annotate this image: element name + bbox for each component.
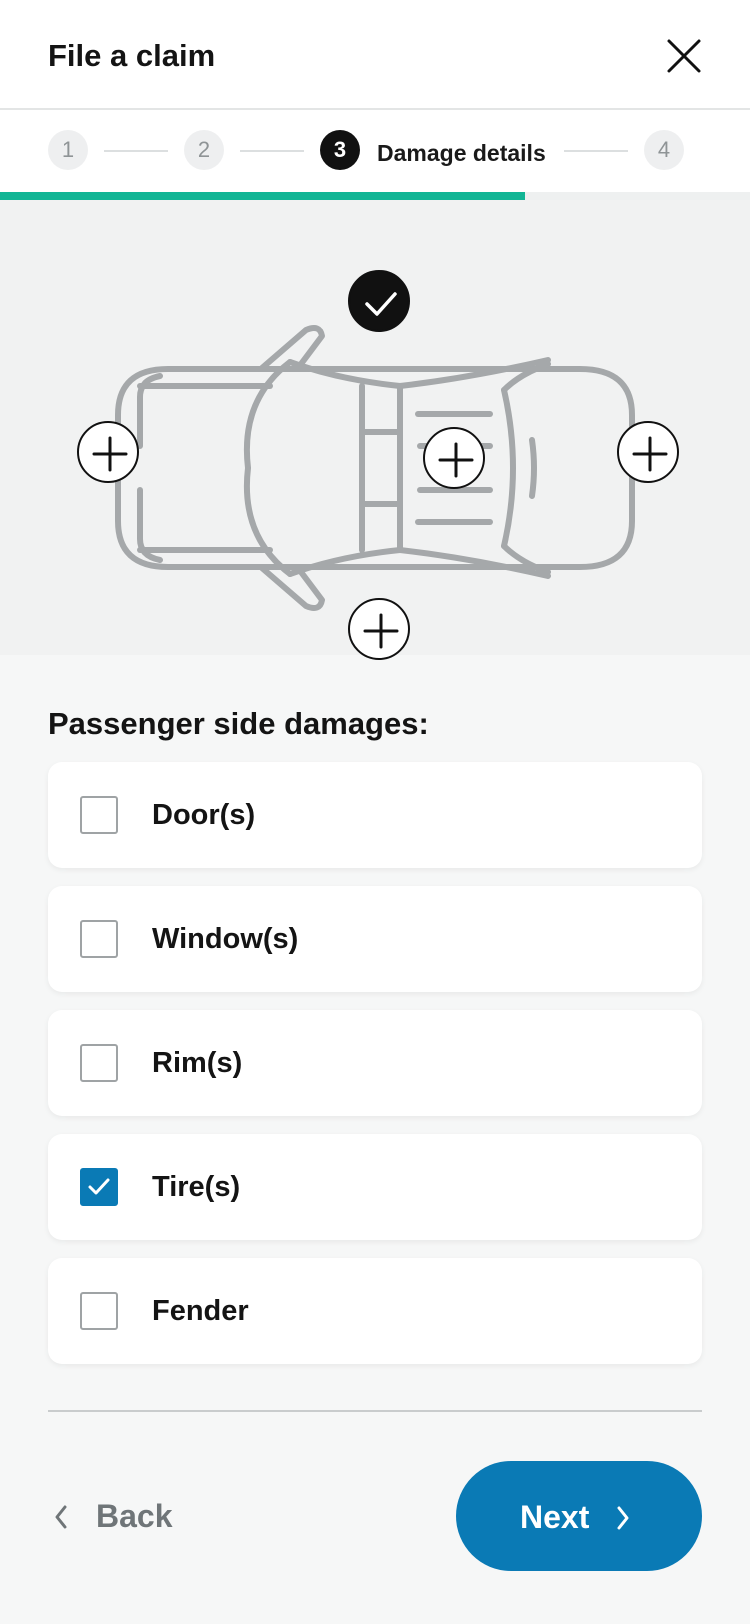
chevron-right-icon — [617, 1506, 629, 1530]
close-icon — [667, 39, 701, 73]
checkbox[interactable] — [80, 920, 118, 958]
progress-bar — [0, 192, 750, 200]
option-label: Window(s) — [152, 923, 299, 955]
damage-option-tires[interactable]: Tire(s) — [48, 1134, 702, 1240]
zone-passenger-side-button[interactable] — [348, 598, 410, 660]
step-3-indicator: 3 — [320, 130, 360, 170]
next-label: Next — [520, 1499, 590, 1535]
vehicle-damage-diagram — [0, 200, 750, 660]
chevron-left-icon — [55, 1505, 67, 1529]
app-header: File a claim — [0, 0, 750, 110]
plus-icon — [92, 436, 128, 472]
option-label: Rim(s) — [152, 1047, 243, 1079]
checkbox[interactable] — [80, 1044, 118, 1082]
damage-option-doors[interactable]: Door(s) — [48, 762, 702, 868]
damage-option-fender[interactable]: Fender — [48, 1258, 702, 1364]
zone-rear-button[interactable] — [617, 421, 679, 483]
damage-option-rims[interactable]: Rim(s) — [48, 1010, 702, 1116]
zone-roof-button[interactable] — [348, 270, 410, 332]
option-label: Fender — [152, 1295, 249, 1327]
footer-divider — [48, 1410, 702, 1412]
back-label: Back — [96, 1498, 173, 1534]
plus-icon — [632, 436, 668, 472]
checkbox[interactable] — [80, 1168, 118, 1206]
plus-icon — [438, 442, 474, 478]
section-heading: Passenger side damages: — [48, 706, 429, 741]
close-button[interactable] — [664, 36, 704, 76]
step-2-indicator: 2 — [184, 130, 224, 170]
step-1-indicator: 1 — [48, 130, 88, 170]
progress-bar-fill — [0, 192, 525, 200]
step-4-indicator: 4 — [644, 130, 684, 170]
next-button[interactable]: Next — [456, 1461, 702, 1571]
step-connector — [240, 150, 304, 152]
checkbox[interactable] — [80, 796, 118, 834]
progress-stepper: 1 2 3 Damage details 4 — [0, 110, 750, 192]
plus-icon — [363, 613, 399, 649]
option-label: Door(s) — [152, 799, 256, 831]
checkbox[interactable] — [80, 1292, 118, 1330]
current-step-label: Damage details — [377, 140, 546, 166]
step-connector — [564, 150, 628, 152]
option-label: Tire(s) — [152, 1171, 241, 1203]
zone-cabin-button[interactable] — [423, 427, 485, 489]
damage-option-windows[interactable]: Window(s) — [48, 886, 702, 992]
page-title: File a claim — [48, 38, 216, 73]
step-connector — [104, 150, 168, 152]
back-button[interactable]: Back — [52, 1496, 202, 1540]
check-icon — [365, 292, 397, 316]
zone-front-button[interactable] — [77, 421, 139, 483]
checkmark-icon — [88, 1178, 110, 1195]
